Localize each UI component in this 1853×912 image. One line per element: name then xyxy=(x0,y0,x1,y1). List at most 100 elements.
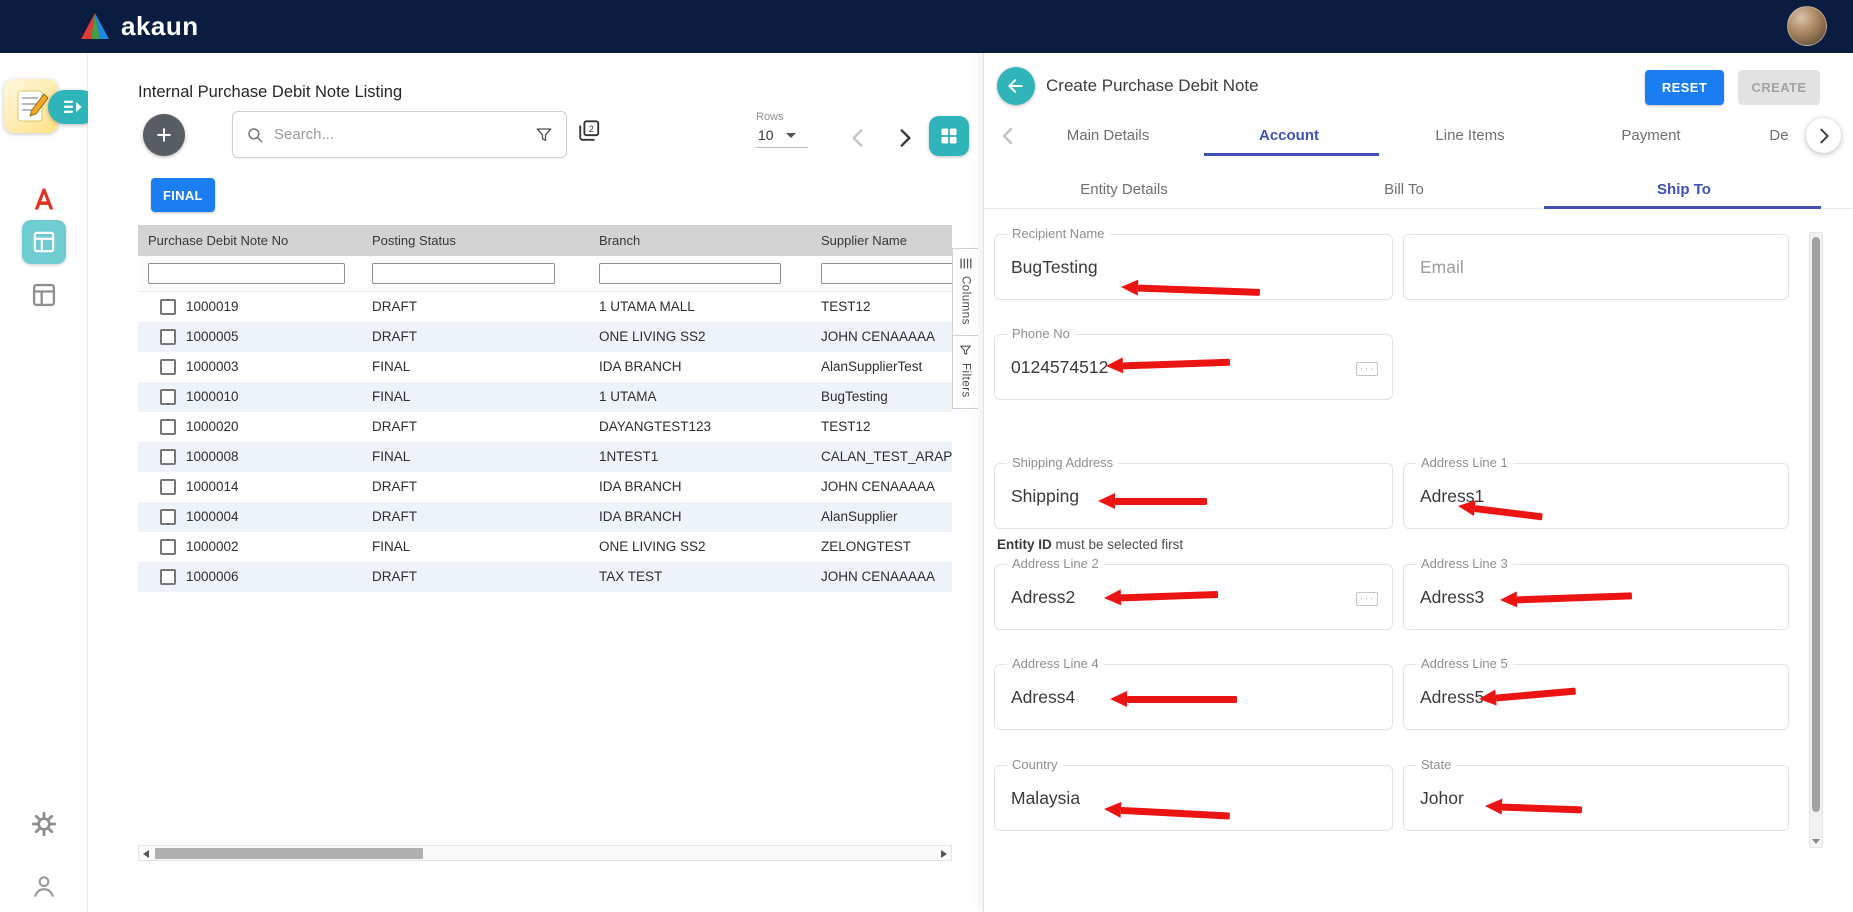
address-line-5-field[interactable]: Address Line 5 Adress5 xyxy=(1403,664,1789,730)
cell: IDA BRANCH xyxy=(599,472,821,502)
cell: 1000002 xyxy=(186,532,372,562)
filter-funnel-icon[interactable] xyxy=(535,126,553,144)
filter-cell xyxy=(148,263,372,284)
horizontal-scrollbar[interactable] xyxy=(138,845,952,861)
sidebar-item-table-module[interactable] xyxy=(30,281,58,309)
subtab-bill-to[interactable]: Bill To xyxy=(1384,171,1424,209)
sidebar-item-red-module[interactable] xyxy=(30,185,58,213)
row-checkbox[interactable] xyxy=(160,509,176,525)
address-line-3-value: Adress3 xyxy=(1420,565,1484,629)
column-header[interactable]: Supplier Name xyxy=(821,225,952,256)
subtab-ship-to[interactable]: Ship To xyxy=(1657,171,1711,209)
search-input[interactable] xyxy=(274,126,535,143)
view-switcher-button[interactable] xyxy=(929,116,969,156)
search-box xyxy=(232,111,567,158)
cell: 1000010 xyxy=(186,382,372,412)
checkbox-cell xyxy=(138,442,186,472)
state-field[interactable]: State Johor xyxy=(1403,765,1789,831)
create-button[interactable]: CREATE xyxy=(1738,70,1820,105)
table-row[interactable]: 1000019DRAFT1 UTAMA MALLTEST12 xyxy=(138,292,952,322)
tab-delivery-truncated[interactable]: De xyxy=(1769,116,1788,156)
reset-button[interactable]: RESET xyxy=(1645,70,1724,105)
svg-text:2: 2 xyxy=(589,124,594,134)
active-subtab-indicator xyxy=(1544,206,1821,209)
vertical-scrollbar[interactable] xyxy=(1809,232,1823,848)
cell: 1NTEST1 xyxy=(599,442,821,472)
caret-down-icon xyxy=(786,133,796,138)
input-mask-icon: ··· xyxy=(1356,362,1378,376)
row-checkbox[interactable] xyxy=(160,329,176,345)
cell: 1 UTAMA xyxy=(599,382,821,412)
address-line-1-field[interactable]: Address Line 1 Adress1 xyxy=(1403,463,1789,529)
filters-vertical-tab[interactable]: Filters xyxy=(953,335,978,409)
email-field[interactable]: Email xyxy=(1403,234,1789,300)
tabs-scroll-next-button[interactable] xyxy=(1806,118,1841,153)
status-filter-chip[interactable]: FINAL xyxy=(151,178,215,212)
cell: TAX TEST xyxy=(599,562,821,592)
table-row[interactable]: 1000006DRAFTTAX TESTJOHN CENAAAAA xyxy=(138,562,952,592)
row-checkbox[interactable] xyxy=(160,479,176,495)
cell: 1000006 xyxy=(186,562,372,592)
cell: DRAFT xyxy=(372,562,599,592)
cell: DRAFT xyxy=(372,322,599,352)
table-row[interactable]: 1000003FINALIDA BRANCHAlanSupplierTest xyxy=(138,352,952,382)
ledger-module-icon xyxy=(31,229,57,255)
table-row[interactable]: 1000014DRAFTIDA BRANCHJOHN CENAAAAA xyxy=(138,472,952,502)
dual-pane-icon[interactable]: 2 xyxy=(577,119,601,148)
user-avatar[interactable] xyxy=(1787,6,1827,46)
rows-value: 10 xyxy=(758,127,774,143)
row-checkbox[interactable] xyxy=(160,449,176,465)
cell: JOHN CENAAAAA xyxy=(821,562,952,592)
vertical-scrollbar-thumb[interactable] xyxy=(1812,237,1820,812)
sidebar-item-ledger-module-active[interactable] xyxy=(22,220,66,264)
column-filter-input[interactable] xyxy=(821,263,952,284)
address-line-5-value: Adress5 xyxy=(1420,665,1484,729)
profile-button[interactable] xyxy=(31,873,57,899)
row-checkbox[interactable] xyxy=(160,359,176,375)
table-row[interactable]: 1000005DRAFTONE LIVING SS2JOHN CENAAAAA xyxy=(138,322,952,352)
tab-payment[interactable]: Payment xyxy=(1621,116,1680,156)
column-header[interactable]: Branch xyxy=(599,225,821,256)
brand-logo[interactable]: akaun xyxy=(78,10,199,42)
back-button[interactable] xyxy=(997,67,1035,105)
previous-page-button[interactable] xyxy=(845,125,871,156)
checkbox-cell xyxy=(138,382,186,412)
row-checkbox[interactable] xyxy=(160,569,176,585)
horizontal-scrollbar-thumb[interactable] xyxy=(155,848,423,859)
scroll-down-arrow-icon[interactable] xyxy=(1812,839,1820,844)
tabs-scroll-prev-button[interactable] xyxy=(996,124,1020,153)
column-header[interactable]: Posting Status xyxy=(372,225,599,256)
tab-account[interactable]: Account xyxy=(1259,116,1319,156)
table-row[interactable]: 1000008FINAL1NTEST1CALAN_TEST_ARAP_2 xyxy=(138,442,952,472)
row-checkbox[interactable] xyxy=(160,389,176,405)
settings-button[interactable] xyxy=(31,811,57,837)
rows-per-page-select[interactable]: Rows 10 xyxy=(756,111,826,148)
table-row[interactable]: 1000002FINALONE LIVING SS2ZELONGTEST xyxy=(138,532,952,562)
subtab-entity-details[interactable]: Entity Details xyxy=(1080,171,1168,209)
column-bars-icon xyxy=(959,257,972,270)
next-page-button[interactable] xyxy=(892,125,918,156)
back-arrow-icon xyxy=(1006,76,1026,96)
scroll-left-arrow-icon[interactable] xyxy=(143,850,149,858)
columns-vertical-tab[interactable]: Columns xyxy=(953,248,978,335)
table-body: 1000019DRAFT1 UTAMA MALLTEST121000005DRA… xyxy=(138,292,952,592)
row-checkbox[interactable] xyxy=(160,539,176,555)
column-filter-input[interactable] xyxy=(599,263,781,284)
cell: TEST12 xyxy=(821,292,952,322)
column-filter-input[interactable] xyxy=(148,263,345,284)
chevron-left-icon xyxy=(996,124,1020,148)
state-value: Johor xyxy=(1420,766,1464,830)
column-filter-input[interactable] xyxy=(372,263,555,284)
row-checkbox[interactable] xyxy=(160,419,176,435)
row-checkbox[interactable] xyxy=(160,299,176,315)
table-row[interactable]: 1000010FINAL1 UTAMABugTesting xyxy=(138,382,952,412)
table-row[interactable]: 1000004DRAFTIDA BRANCHAlanSupplier xyxy=(138,502,952,532)
tab-line-items[interactable]: Line Items xyxy=(1435,116,1504,156)
column-header[interactable]: Purchase Debit Note No xyxy=(148,225,372,256)
cell: 1000020 xyxy=(186,412,372,442)
scroll-right-arrow-icon[interactable] xyxy=(941,850,947,858)
tab-main-details[interactable]: Main Details xyxy=(1067,116,1150,156)
table-row[interactable]: 1000020DRAFTDAYANGTEST123TEST12 xyxy=(138,412,952,442)
add-record-button[interactable]: + xyxy=(143,114,185,156)
cell: 1000004 xyxy=(186,502,372,532)
